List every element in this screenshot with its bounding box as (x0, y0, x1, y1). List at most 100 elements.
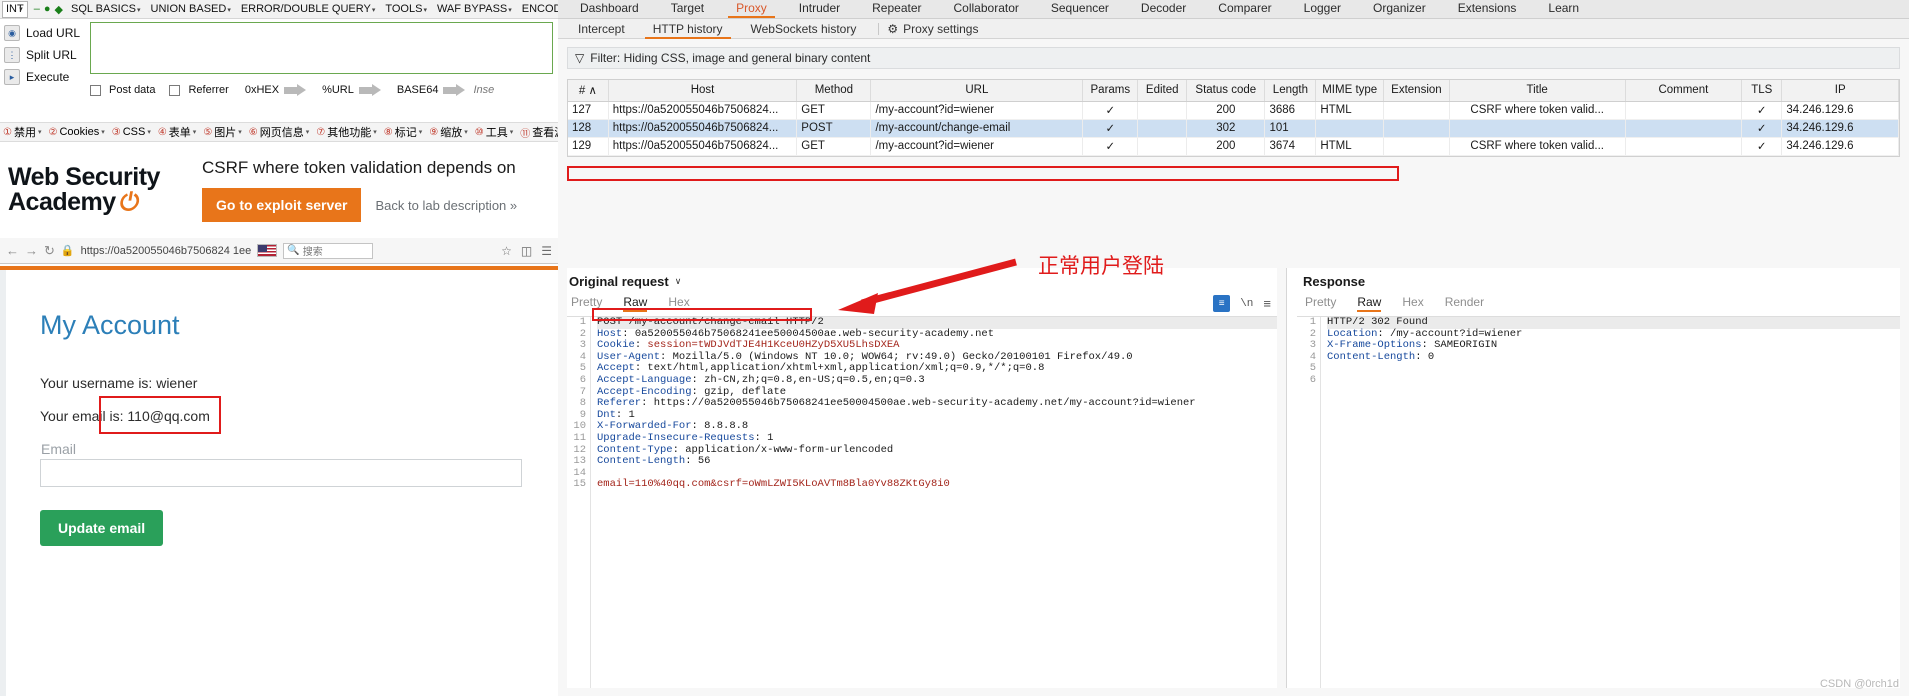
tab-proxy[interactable]: Proxy (720, 0, 783, 18)
request-pane-title[interactable]: Original request ∨ (567, 268, 1277, 293)
col-edited[interactable]: Edited (1137, 80, 1188, 102)
request-tab-pretty[interactable]: Pretty (569, 295, 615, 309)
lightning-bolt-icon: ⏻ (117, 189, 141, 216)
subtab-http-history[interactable]: HTTP history (639, 19, 737, 39)
response-tab-hex[interactable]: Hex (1402, 295, 1436, 309)
col-host[interactable]: Host (608, 80, 798, 102)
tab-intruder[interactable]: Intruder (783, 0, 856, 18)
subtab-intercept[interactable]: Intercept (564, 19, 639, 39)
hackbar-menu-item[interactable]: ENCODING (522, 3, 558, 15)
toolbar-item-disable[interactable]: ① 禁用 ▾ (3, 124, 41, 140)
toolbar-item-css[interactable]: ③ CSS ▾ (112, 126, 151, 138)
search-input[interactable]: 🔍 搜索 (283, 242, 374, 259)
col-ip[interactable]: IP (1781, 80, 1899, 102)
referrer-checkbox[interactable]: Referrer (169, 84, 229, 96)
cell-method: GET (796, 101, 872, 120)
response-tab-render[interactable]: Render (1445, 295, 1497, 309)
col-num[interactable]: # ∧ (568, 80, 609, 102)
tab-comparer[interactable]: Comparer (1202, 0, 1287, 18)
tab-collaborator[interactable]: Collaborator (938, 0, 1035, 18)
hackbar-menu-item[interactable]: WAF BYPASS▾ (437, 3, 512, 15)
proxy-settings-button[interactable]: ⚙ Proxy settings (887, 22, 978, 36)
toolbar-item-zoom[interactable]: ⑨ 缩放 ▾ (429, 124, 467, 140)
reload-icon[interactable]: ↻ (44, 243, 55, 259)
toolbar-item-forms[interactable]: ④ 表单 ▾ (158, 124, 196, 140)
diamond-icon[interactable]: ◆ (55, 3, 63, 16)
load-url-button[interactable]: ◉ Load URL (0, 22, 86, 44)
col-params[interactable]: Params (1082, 80, 1139, 102)
hex-encode-button[interactable]: 0xHEX (245, 83, 307, 96)
request-tab-hex[interactable]: Hex (668, 295, 702, 309)
history-filter-bar[interactable]: ▽ Filter: Hiding CSS, image and general … (567, 47, 1900, 69)
format-icon[interactable]: ≡ (1213, 295, 1231, 312)
zoom-icon: ⑨ (429, 126, 439, 138)
table-row[interactable]: 128 https://0a520055046b7506824... POST … (568, 119, 1899, 138)
sidebar-icon[interactable]: ◫ (521, 244, 532, 258)
minus-icon[interactable]: – (34, 3, 40, 15)
col-length[interactable]: Length (1264, 80, 1317, 102)
hackbar-mode-select[interactable]: INT ▾ (2, 0, 28, 18)
execute-button[interactable]: ▸ Execute (0, 66, 86, 88)
toolbar-item-images[interactable]: ⑤ 图片 ▾ (203, 124, 241, 140)
star-icon[interactable]: ☆ (501, 244, 512, 258)
split-url-button[interactable]: ⋮ Split URL (0, 44, 86, 66)
menu-icon[interactable]: ☰ (541, 244, 552, 258)
hackbar-action-buttons: ◉ Load URL ⋮ Split URL ▸ Execute (0, 22, 86, 88)
col-extension[interactable]: Extension (1383, 80, 1450, 102)
tab-dashboard[interactable]: Dashboard (564, 0, 655, 18)
cell-comment (1625, 101, 1743, 120)
hackbar-menu-item[interactable]: ERROR/DOUBLE QUERY▾ (241, 3, 376, 15)
go-to-exploit-server-button[interactable]: Go to exploit server (202, 188, 362, 222)
post-data-checkbox[interactable]: Post data (90, 84, 155, 96)
toolbar-item-marks[interactable]: ⑧ 标记 ▾ (384, 124, 422, 140)
response-code-area[interactable]: 1 2 3 4 5 6 HTTP/2 302 Found Location: /… (1297, 316, 1900, 688)
col-comment[interactable]: Comment (1625, 80, 1743, 102)
tab-logger[interactable]: Logger (1288, 0, 1357, 18)
forward-icon[interactable]: → (25, 243, 38, 258)
url-encode-button[interactable]: %URL (322, 83, 381, 96)
hackbar-request-textarea[interactable] (90, 22, 553, 74)
table-row[interactable]: 129 https://0a520055046b7506824... GET /… (568, 137, 1899, 156)
col-title[interactable]: Title (1449, 80, 1626, 102)
tab-target[interactable]: Target (655, 0, 720, 18)
hackbar-menu-item[interactable]: UNION BASED▾ (151, 3, 231, 15)
col-tls[interactable]: TLS (1741, 80, 1783, 102)
col-method[interactable]: Method (796, 80, 872, 102)
hackbar-menu-item[interactable]: TOOLS▾ (385, 3, 427, 15)
toolbar-item-others[interactable]: ⑦ 其他功能 ▾ (316, 124, 376, 140)
newline-toggle[interactable]: \n (1240, 298, 1253, 310)
tab-extensions[interactable]: Extensions (1442, 0, 1533, 18)
back-icon[interactable]: ← (6, 243, 19, 258)
toolbar-item-cookies[interactable]: ② Cookies ▾ (48, 126, 104, 138)
toolbar-item-tools[interactable]: ⑩ 工具 ▾ (475, 124, 513, 140)
back-to-lab-description-link[interactable]: Back to lab description » (375, 198, 517, 213)
tab-decoder[interactable]: Decoder (1125, 0, 1202, 18)
col-status-code[interactable]: Status code (1186, 80, 1266, 102)
toolbar-item-pageinfo[interactable]: ⑥ 网页信息 ▾ (249, 124, 309, 140)
table-row[interactable]: 127 https://0a520055046b7506824... GET /… (568, 101, 1899, 120)
request-code-area[interactable]: 1 2 3 4 5 6 7 8 9 10 11 12 13 14 15 POST… (567, 316, 1277, 688)
response-tab-pretty[interactable]: Pretty (1303, 295, 1349, 309)
email-input[interactable] (40, 459, 522, 487)
request-tab-raw[interactable]: Raw (623, 295, 660, 312)
hackbar-menu-item[interactable]: SQL BASICS▾ (71, 3, 141, 15)
col-url[interactable]: URL (870, 80, 1084, 102)
subtab-websockets-history[interactable]: WebSockets history (737, 19, 871, 39)
base64-encode-button[interactable]: BASE64 (397, 83, 466, 96)
hamburger-menu-icon[interactable]: ≡ (1263, 296, 1271, 311)
source-icon: ⑪ (520, 128, 531, 140)
toolbar-item-viewsource[interactable]: ⑪查看源 (520, 124, 558, 140)
tab-learn[interactable]: Learn (1532, 0, 1595, 18)
cell-comment (1625, 119, 1743, 138)
url-text[interactable]: https://0a520055046b7506824 1ee (81, 245, 252, 257)
chevron-down-icon: ▾ (508, 7, 512, 14)
dot-icon[interactable]: ● (44, 3, 51, 15)
update-email-button[interactable]: Update email (40, 510, 164, 546)
page-title: My Account (40, 310, 180, 340)
response-tab-raw[interactable]: Raw (1357, 295, 1394, 312)
tab-repeater[interactable]: Repeater (856, 0, 937, 18)
academy-logo: Web Security Academy ⏻ (8, 165, 188, 217)
col-mime-type[interactable]: MIME type (1315, 80, 1385, 102)
tab-sequencer[interactable]: Sequencer (1035, 0, 1125, 18)
tab-organizer[interactable]: Organizer (1357, 0, 1442, 18)
